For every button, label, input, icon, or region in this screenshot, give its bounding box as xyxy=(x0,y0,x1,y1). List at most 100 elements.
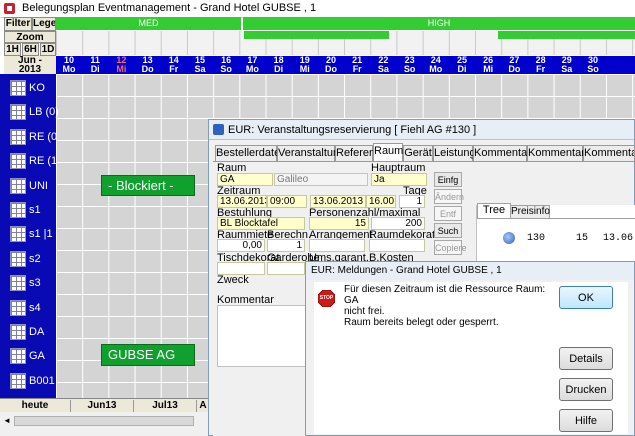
resource-row[interactable]: RE (0 xyxy=(8,128,58,148)
date-column-header[interactable]: 12 Mi xyxy=(108,56,134,74)
resource-row[interactable]: UNI xyxy=(8,177,56,197)
month-year-label: Jun - 2013 xyxy=(4,56,56,75)
tab-preisinfo[interactable]: Preisinfo xyxy=(510,205,550,218)
date-weekday: Fr xyxy=(536,64,546,74)
insert-button[interactable]: Einfg xyxy=(434,172,462,187)
date-column-header[interactable]: 27 Do xyxy=(501,56,527,74)
booking-blocked[interactable]: - Blockiert - xyxy=(101,175,195,196)
resource-row[interactable]: s4 xyxy=(8,299,56,319)
resource-label: RE (0 xyxy=(29,130,58,143)
resource-label: B001 xyxy=(29,374,55,387)
tab-kommentar[interactable]: Kommentar xyxy=(473,145,531,161)
delete-button[interactable]: Entf xyxy=(434,206,462,221)
tab-veranstaltung[interactable]: Veranstaltung xyxy=(277,145,345,161)
date-column-header[interactable]: 30 So xyxy=(580,56,606,74)
resource-label: RE (1 xyxy=(29,155,58,168)
season-med-bar: MED xyxy=(56,17,241,30)
raummiete-field[interactable]: 0,00 xyxy=(217,239,265,252)
booking-gubse-ag[interactable]: GUBSE AG xyxy=(101,344,195,366)
from-time-field[interactable]: 09:00 xyxy=(267,195,307,208)
tab-bestellerdaten[interactable]: Bestellerdaten xyxy=(215,145,286,161)
tree-row-count[interactable]: 15 xyxy=(576,233,588,244)
date-column-header[interactable]: 22 Sa xyxy=(370,56,396,74)
resource-row[interactable]: KO xyxy=(8,79,56,99)
scrollbar-thumb[interactable] xyxy=(14,416,194,426)
tree-row-id[interactable]: 130 xyxy=(527,233,545,244)
date-column-header[interactable]: 21 Fr xyxy=(344,56,370,74)
resource-row[interactable]: GA xyxy=(8,347,56,367)
help-button[interactable]: Hilfe xyxy=(559,409,613,432)
date-weekday: Mo xyxy=(245,64,259,74)
dialog-app-icon xyxy=(213,124,224,135)
date-weekday: Mo xyxy=(62,64,76,74)
date-weekday: Do xyxy=(508,64,521,74)
raum-name-field[interactable]: Galileo xyxy=(274,173,368,186)
tab-referent[interactable]: Referent xyxy=(335,145,378,161)
tab-geraet[interactable]: Gerät xyxy=(403,145,433,161)
date-weekday: Di xyxy=(457,64,467,74)
tab-leistung[interactable]: Leistung xyxy=(433,145,476,161)
resource-row[interactable]: LB (0) xyxy=(8,103,59,123)
next-month-button[interactable]: Jul13 xyxy=(134,400,197,412)
app-icon xyxy=(4,3,15,14)
date-column-header[interactable]: 25 Di xyxy=(449,56,475,74)
date-column-header[interactable]: 28 Fr xyxy=(528,56,554,74)
scroll-left-icon[interactable]: ◄ xyxy=(2,416,12,426)
tab-tree[interactable]: Tree xyxy=(477,203,511,218)
resource-label: s4 xyxy=(29,301,41,314)
tree-row-date[interactable]: 13.06.13 xyxy=(603,233,635,244)
date-column-header[interactable]: 17 Mo xyxy=(239,56,265,74)
date-column-header[interactable]: 18 Di xyxy=(266,56,292,74)
date-column-header[interactable]: 14 Fr xyxy=(161,56,187,74)
resource-label: LB (0) xyxy=(29,106,59,119)
copy-button[interactable]: Copiere xyxy=(434,240,467,255)
tab-kommentar-2[interactable]: Kommentar 2 xyxy=(527,145,585,174)
details-button[interactable]: Details xyxy=(559,347,613,370)
resource-row[interactable]: s3 xyxy=(8,274,56,294)
tab-kommentar-3[interactable]: Kommentar 3 xyxy=(583,145,635,161)
kommentar-textarea[interactable] xyxy=(217,305,309,367)
print-button[interactable]: Drucken xyxy=(559,378,613,401)
resource-row[interactable]: DA xyxy=(8,323,56,343)
today-button[interactable]: heute xyxy=(0,400,71,412)
filter-button[interactable]: Filter xyxy=(4,17,32,31)
date-weekday: Di xyxy=(274,64,284,74)
date-column-header[interactable]: 23 So xyxy=(397,56,423,74)
search-button[interactable]: Such xyxy=(434,223,462,238)
raumdekoration-select[interactable] xyxy=(369,239,425,252)
date-weekday: Sa xyxy=(194,64,206,74)
date-column-header[interactable]: 24 Mo xyxy=(423,56,449,74)
date-weekday: Sa xyxy=(377,64,389,74)
date-column-header[interactable]: 15 Sa xyxy=(187,56,213,74)
change-button[interactable]: Ändern xyxy=(434,189,464,204)
resource-row[interactable]: RE (1 xyxy=(8,152,58,172)
date-column-header[interactable]: 29 Sa xyxy=(554,56,580,74)
legend-button[interactable]: Legend xyxy=(32,17,56,31)
resource-row[interactable]: s2 xyxy=(8,250,56,270)
zoom-1d-button[interactable]: 1D xyxy=(40,43,56,56)
date-column-header[interactable]: 11 Di xyxy=(82,56,108,74)
garderobe-select[interactable] xyxy=(267,262,305,275)
date-column-header[interactable]: 19 Mi xyxy=(292,56,318,74)
prev-month-button[interactable]: Jun13 xyxy=(71,400,134,412)
month-navigation: heute Jun13 Jul13 A xyxy=(0,398,210,413)
ok-button[interactable]: OK xyxy=(559,286,613,309)
berechn-field[interactable]: 1 xyxy=(267,239,305,252)
resource-row[interactable]: s1 xyxy=(8,201,56,221)
resource-row[interactable]: s1 |1 xyxy=(8,225,56,245)
room-grid-icon xyxy=(10,202,26,218)
date-column-header[interactable]: 16 So xyxy=(213,56,239,74)
date-column-header[interactable]: 13 Do xyxy=(135,56,161,74)
date-weekday: So xyxy=(587,64,599,74)
room-grid-icon xyxy=(10,153,26,170)
main-titlebar: Belegungsplan Eventmanagement - Grand Ho… xyxy=(0,0,635,18)
date-column-header[interactable]: 26 Mi xyxy=(475,56,501,74)
arrangement-select[interactable] xyxy=(309,239,365,252)
date-column-header[interactable]: 20 Do xyxy=(318,56,344,74)
horizontal-scrollbar[interactable]: ◄ xyxy=(0,412,210,436)
date-weekday: Fr xyxy=(352,64,362,74)
date-column-header[interactable]: 10 Mo xyxy=(56,56,82,74)
resource-row[interactable]: B001 xyxy=(8,372,56,392)
tab-raum[interactable]: Raum xyxy=(373,143,403,161)
window-title: Belegungsplan Eventmanagement - Grand Ho… xyxy=(22,2,317,14)
